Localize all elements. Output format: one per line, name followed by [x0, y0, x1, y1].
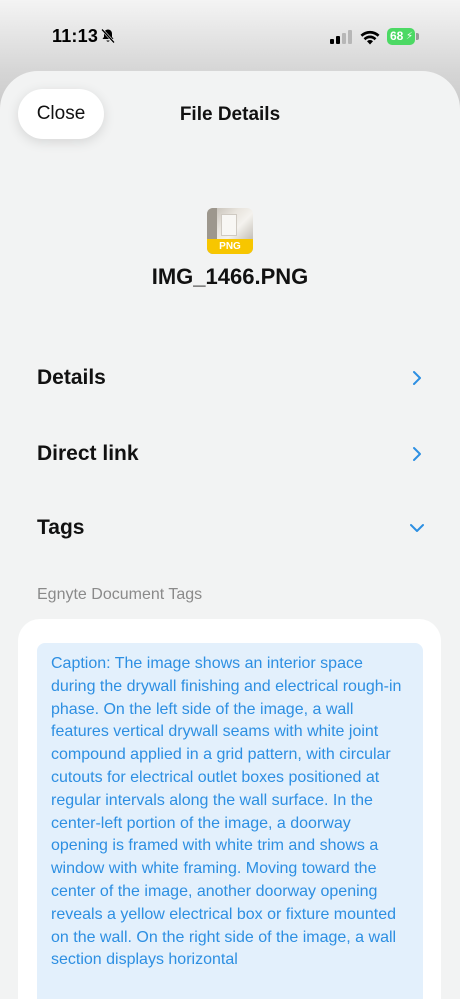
bell-slash-icon	[101, 28, 115, 44]
chevron-down-icon	[410, 524, 424, 532]
caption-tag: Caption: The image shows an interior spa…	[37, 643, 423, 999]
screen: 11:13 68 ⚡ Close File Details PNG IMG_14…	[0, 0, 460, 999]
status-time: 11:13	[52, 26, 99, 46]
tags-label: Tags	[37, 516, 85, 539]
chevron-right-icon	[413, 447, 421, 461]
thumbnail-window	[221, 214, 237, 236]
chevron-right-icon	[413, 371, 421, 385]
battery-bolt-icon: ⚡	[405, 31, 413, 42]
direct-link-label: Direct link	[37, 442, 139, 465]
file-thumbnail: PNG	[207, 208, 253, 254]
battery-cap	[416, 33, 419, 40]
battery-level: 68	[390, 29, 404, 43]
status-bar: 11:13 68 ⚡	[0, 0, 460, 72]
wifi-icon	[360, 30, 380, 45]
direct-link-row[interactable]: Direct link	[37, 436, 424, 472]
sheet-title: File Details	[179, 104, 281, 125]
tags-row[interactable]: Tags	[37, 510, 424, 546]
signal-icon	[330, 30, 352, 44]
file-details-sheet: Close File Details PNG IMG_1466.PNG Deta…	[0, 71, 460, 999]
file-name: IMG_1466.PNG	[151, 264, 309, 289]
details-label: Details	[37, 366, 106, 389]
battery-icon: 68 ⚡	[387, 28, 415, 45]
details-row[interactable]: Details	[37, 360, 424, 396]
tags-card: Caption: The image shows an interior spa…	[18, 619, 441, 999]
file-type-badge: PNG	[207, 239, 253, 254]
tags-section-label: Egnyte Document Tags	[37, 586, 203, 603]
